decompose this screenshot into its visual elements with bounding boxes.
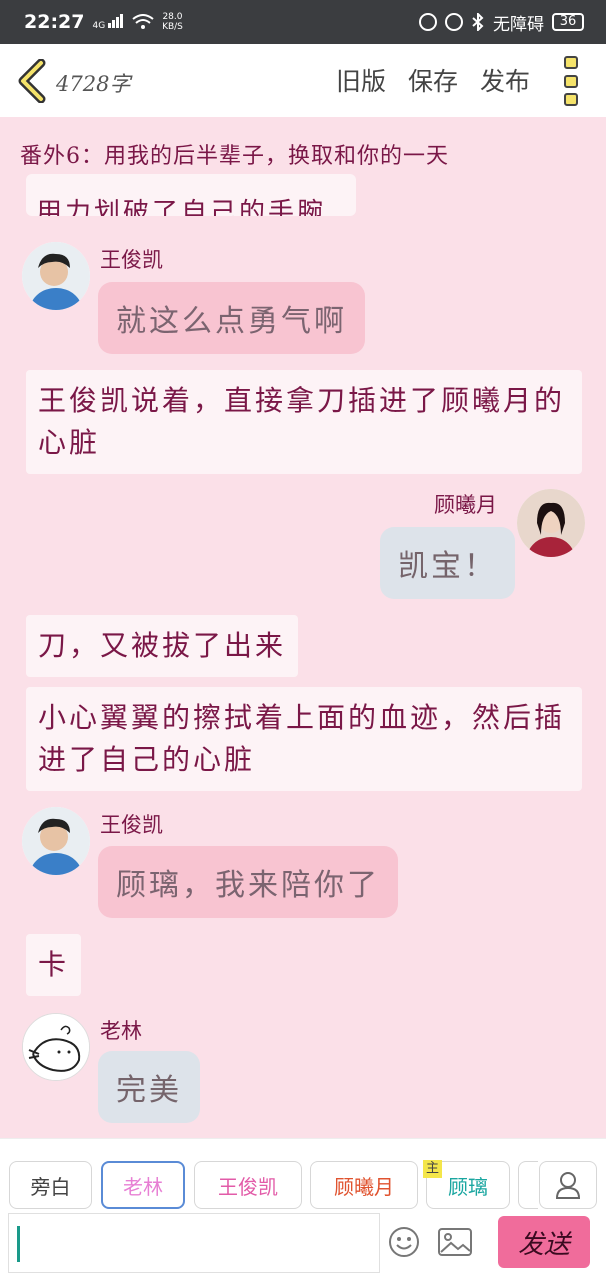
lock-icon <box>445 13 463 31</box>
sender-name: 王俊凯 <box>100 248 163 272</box>
bluetooth-icon <box>472 13 484 31</box>
top-actions: 旧版 保存 发布 <box>336 62 530 98</box>
chat-bubble[interactable]: 顾璃，我来陪你了 <box>98 846 398 918</box>
back-arrow-icon <box>18 59 46 103</box>
send-button[interactable]: 发送 <box>498 1216 590 1268</box>
avatar-cartoon-icon <box>23 1014 89 1080</box>
back-button[interactable] <box>12 58 52 104</box>
net-speed: 28.0 KB/S <box>162 12 183 32</box>
narration-bubble[interactable]: 卡 <box>26 934 82 996</box>
sender-name: 王俊凯 <box>100 813 163 837</box>
signal-icon <box>108 13 124 28</box>
character-button[interactable]: 顾曦月 <box>310 1161 418 1209</box>
status-left: 22:27 4G 28.0 KB/S <box>24 11 183 33</box>
narration-bubble[interactable]: 王俊凯说着，直接拿刀插进了顾曦月的心脏 <box>26 370 582 474</box>
avatar-girl-icon <box>517 489 585 557</box>
chat-bubble[interactable]: 完美 <box>98 1051 200 1123</box>
emoji-icon <box>389 1227 419 1257</box>
network-label: 4G <box>92 20 106 31</box>
character-label: 顾曦月 <box>334 1174 394 1199</box>
word-count: 4728字 <box>56 72 131 96</box>
character-narrator[interactable]: 旁白 <box>9 1161 92 1209</box>
character-selector: 旁白 老林 王俊凯 顾曦月 主 顾璃 <box>0 1138 606 1210</box>
menu-dot-icon <box>564 74 578 88</box>
old-version-button[interactable]: 旧版 <box>336 62 386 98</box>
status-right: 无障碍 36 <box>419 10 584 35</box>
chapter-title: 番外6：用我的后半辈子，换取和你的一天 <box>20 138 590 170</box>
menu-dot-icon <box>564 56 578 69</box>
character-button[interactable]: 老林 <box>101 1161 185 1209</box>
text-caret <box>17 1226 20 1262</box>
character-label: 王俊凯 <box>218 1174 278 1199</box>
battery-icon: 36 <box>552 13 584 31</box>
sender-name: 顾曦月 <box>434 493 497 517</box>
emoji-button[interactable] <box>388 1226 420 1262</box>
person-icon <box>555 1172 581 1199</box>
image-button[interactable] <box>438 1228 472 1260</box>
wifi-icon <box>132 14 154 29</box>
avatar[interactable] <box>22 807 90 875</box>
publish-button[interactable]: 发布 <box>480 62 530 98</box>
chat-bubble[interactable]: 就这么点勇气啊 <box>98 282 365 354</box>
avatar[interactable] <box>22 242 90 310</box>
image-icon <box>438 1228 472 1256</box>
data-saver-icon <box>419 13 437 31</box>
status-time: 22:27 <box>24 11 85 33</box>
avatar-boy-icon <box>22 242 90 310</box>
narration-clipped[interactable]: 用力划破了自己的手腕 <box>26 174 356 216</box>
status-bar: 22:27 4G 28.0 KB/S 无障碍 36 <box>0 0 606 44</box>
top-toolbar: 4728字 旧版 保存 发布 <box>0 44 606 117</box>
message-input[interactable] <box>8 1213 380 1273</box>
avatar-boy-icon <box>22 807 90 875</box>
narration-clipped-text: 用力划破了自己的手腕 <box>36 198 327 216</box>
character-button[interactable]: 王俊凯 <box>194 1161 302 1209</box>
message-list[interactable]: 用力划破了自己的手腕 王俊凯 就这么点勇气啊 王俊凯说着，直接拿刀插进了顾曦月的… <box>0 117 606 1137</box>
save-button[interactable]: 保存 <box>408 62 458 98</box>
chat-bubble[interactable]: 凯宝！ <box>380 527 515 599</box>
narration-bubble[interactable]: 刀，又被拔了出来 <box>26 615 299 677</box>
protagonist-tag: 主 <box>423 1160 443 1178</box>
accessibility-label: 无障碍 <box>493 14 544 35</box>
sender-name: 老林 <box>100 1019 142 1043</box>
character-button[interactable]: 主 顾璃 <box>423 1160 510 1209</box>
add-character-button[interactable] <box>539 1161 597 1209</box>
narration-bubble[interactable]: 小心翼翼的擦拭着上面的血迹，然后插进了自己的心脏 <box>26 687 582 791</box>
input-row: 发送 <box>0 1210 606 1280</box>
avatar[interactable] <box>22 1013 90 1081</box>
menu-dot-icon <box>564 93 578 106</box>
character-label: 顾璃 <box>448 1174 488 1199</box>
network-indicator: 4G <box>92 13 124 31</box>
character-label: 老林 <box>123 1174 163 1199</box>
net-speed-value: 28.0 <box>162 12 183 22</box>
character-button-overflow[interactable] <box>518 1161 538 1209</box>
more-menu-button[interactable] <box>564 56 582 106</box>
net-speed-unit: KB/S <box>162 22 183 32</box>
avatar[interactable] <box>517 489 585 557</box>
